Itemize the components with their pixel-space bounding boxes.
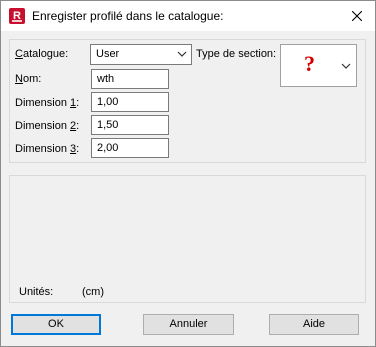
dimension-1-field[interactable]: 1,00	[91, 92, 169, 112]
dialog-window: R Enregister profilé dans le catalogue: …	[0, 0, 376, 347]
dimension-3-field[interactable]: 2,00	[91, 138, 169, 158]
dimension-2-label: Dimension 2:	[15, 120, 80, 132]
title-bar: R Enregister profilé dans le catalogue:	[1, 1, 375, 31]
dimension-2-field[interactable]: 1,50	[91, 115, 169, 135]
close-button[interactable]	[339, 1, 375, 31]
close-icon	[352, 11, 362, 21]
unknown-section-icon: ?	[304, 51, 315, 76]
dimension-1-label: Dimension 1:	[15, 97, 80, 109]
app-icon: R	[9, 8, 25, 24]
units-label: Unités:	[19, 286, 54, 298]
units-panel	[9, 175, 366, 303]
catalogue-select-value: User	[96, 48, 120, 60]
chevron-down-icon	[177, 51, 187, 57]
cancel-button[interactable]: Annuler	[143, 314, 234, 335]
help-button[interactable]: Aide	[269, 314, 359, 335]
dimension-3-label: Dimension 3:	[15, 143, 80, 155]
catalogue-select[interactable]: User	[90, 44, 192, 65]
ok-button[interactable]: OK	[11, 314, 101, 335]
catalogue-label: Catalogue:	[15, 48, 69, 60]
section-type-label: Type de section:	[196, 48, 277, 60]
units-value: (cm)	[82, 286, 104, 298]
section-type-select[interactable]: ?	[280, 44, 357, 87]
chevron-down-icon	[341, 63, 351, 69]
window-title: Enregister profilé dans le catalogue:	[32, 9, 224, 23]
nom-label: Nom:	[15, 73, 42, 85]
nom-field[interactable]: wth	[91, 69, 169, 89]
